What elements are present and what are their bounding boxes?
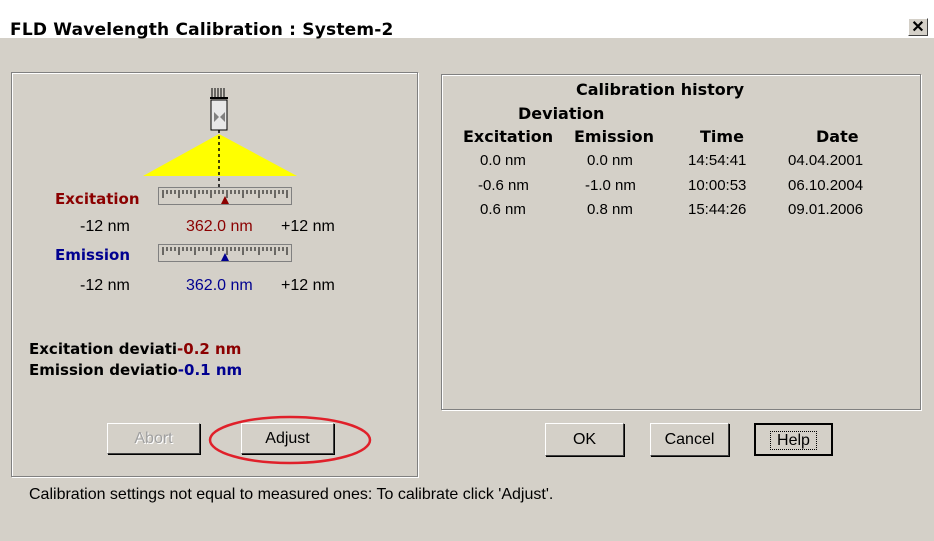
cancel-button[interactable]: Cancel [650, 423, 729, 456]
emission-max: +12 nm [281, 277, 335, 294]
history-cell: 06.10.2004 [788, 177, 864, 194]
history-cell: 09.01.2006 [788, 201, 864, 218]
history-cell: 0.0 nm [587, 152, 633, 169]
col-emission: Emission [574, 127, 654, 146]
excitation-slider[interactable] [158, 187, 292, 205]
status-message: Calibration settings not equal to measur… [29, 486, 554, 503]
emission-scale-ticks [162, 247, 288, 261]
emission-value: 362.0 nm [186, 277, 253, 294]
excitation-deviation-value: -0.2 nm [177, 340, 242, 358]
emission-deviation: Emission deviatio-0.1 nm [29, 361, 242, 380]
history-cell: 04.04.2001 [788, 152, 864, 169]
history-cell: 0.6 nm [480, 201, 526, 218]
history-panel [441, 74, 921, 410]
excitation-scale-ticks [162, 190, 288, 204]
calibration-window: FLD Wavelength Calibration : System-2 ✕ … [0, 0, 934, 541]
history-cell: 14:54:41 [688, 152, 747, 169]
close-button[interactable]: ✕ [908, 18, 928, 36]
excitation-deviation-label: Excitation deviati [29, 340, 178, 358]
help-label: Help [770, 431, 817, 450]
col-date: Date [816, 127, 859, 146]
lamp-icon [210, 88, 228, 131]
history-title: Calibration history [576, 80, 745, 99]
history-cell: 15:44:26 [688, 201, 747, 218]
emission-marker [221, 253, 229, 261]
highlight-circle [208, 415, 372, 465]
history-cell: 10:00:53 [688, 177, 747, 194]
excitation-value: 362.0 nm [186, 218, 253, 235]
excitation-label: Excitation [55, 190, 140, 208]
history-cell: -0.6 nm [478, 177, 529, 194]
history-cell: -1.0 nm [585, 177, 636, 194]
col-time: Time [700, 127, 744, 146]
abort-button[interactable]: Abort [107, 423, 200, 454]
emission-deviation-label: Emission deviatio [29, 361, 178, 379]
excitation-marker [221, 196, 229, 204]
light-beam [143, 134, 297, 176]
emission-label: Emission [55, 246, 130, 264]
ok-button[interactable]: OK [545, 423, 624, 456]
excitation-max: +12 nm [281, 218, 335, 235]
optics-graphic [143, 88, 297, 190]
excitation-min: -12 nm [80, 218, 130, 235]
help-button[interactable]: Help [754, 423, 833, 456]
window-title: FLD Wavelength Calibration : System-2 [10, 20, 394, 40]
emission-deviation-value: -0.1 nm [177, 361, 243, 379]
title-bar: FLD Wavelength Calibration : System-2 ✕ [0, 0, 934, 40]
deviation-header: Deviation [518, 104, 605, 123]
excitation-deviation: Excitation deviati-0.2 nm [29, 340, 241, 359]
emission-min: -12 nm [80, 277, 130, 294]
close-icon: ✕ [911, 19, 925, 36]
col-excitation: Excitation [463, 127, 554, 146]
emission-slider[interactable] [158, 244, 292, 262]
history-cell: 0.0 nm [480, 152, 526, 169]
history-cell: 0.8 nm [587, 201, 633, 218]
